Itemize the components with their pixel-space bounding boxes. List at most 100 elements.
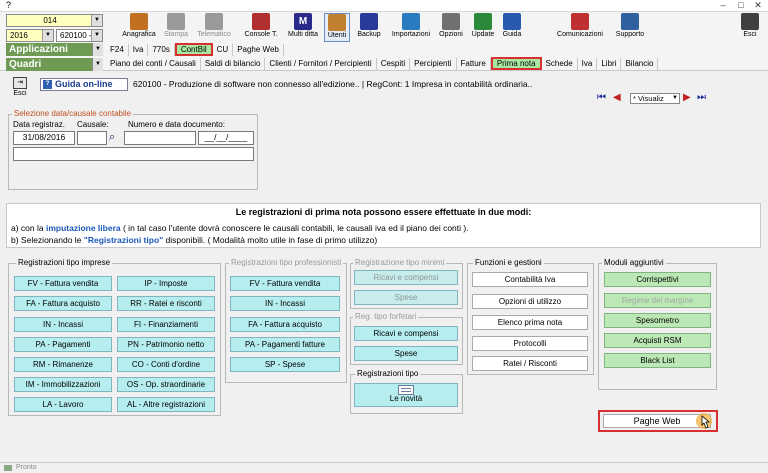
imprese-left-button[interactable]: IN - Incassi: [14, 317, 112, 332]
document-icon: [398, 385, 414, 395]
toolbar-button-stampa[interactable]: Stampa: [162, 13, 190, 42]
guida-online-button[interactable]: ? Guida on-line: [40, 78, 128, 91]
toolbar-button-supporto[interactable]: Supporto: [612, 13, 648, 42]
document-label: Numero e data documento:: [128, 120, 225, 129]
professionisti-button[interactable]: IN - Incassi: [230, 296, 340, 311]
quadri-menu-item[interactable]: Percipienti: [410, 58, 457, 70]
chevron-down-icon[interactable]: ▼: [91, 15, 102, 26]
imprese-right-button[interactable]: RR - Ratei e risconti: [117, 296, 215, 311]
professionisti-button[interactable]: SP - Spese: [230, 357, 340, 372]
network-icon: [205, 13, 223, 30]
quadri-menu-item[interactable]: Cespiti: [377, 58, 411, 70]
toolbar-button-telematico[interactable]: Telematico: [192, 13, 236, 42]
code-select[interactable]: 014 ▼: [6, 14, 103, 27]
quadri-menu-item[interactable]: Schede: [542, 58, 578, 70]
view-select[interactable]: * Visualiz ▼: [630, 93, 680, 104]
forfetari-button[interactable]: Ricavi e compensi: [354, 326, 458, 341]
search-icon[interactable]: ⌕: [109, 131, 115, 144]
quadri-select[interactable]: Quadri ▼: [6, 58, 103, 71]
first-record-icon[interactable]: ⏮: [597, 92, 606, 104]
professionisti-button[interactable]: PA - Pagamenti fatture: [230, 337, 340, 352]
document-date-input[interactable]: __/__/____: [198, 131, 254, 145]
toolbar-button-esci[interactable]: Esci: [738, 13, 762, 42]
toolbar-label: Multi ditta: [288, 31, 318, 38]
quadri-menu-item[interactable]: Saldi di bilancio: [201, 58, 266, 70]
company-select[interactable]: 620100 - ▼: [56, 29, 103, 42]
chevron-down-icon[interactable]: ▼: [672, 94, 678, 103]
quadri-menu-item[interactable]: Bilancio: [621, 58, 659, 70]
apps-menu-item[interactable]: Iva: [129, 44, 149, 56]
toolbar-label: Anagrafica: [122, 31, 156, 38]
toolbar-button-backup[interactable]: Backup: [355, 13, 383, 42]
document-number-input[interactable]: [124, 131, 196, 145]
quadri-menu-item[interactable]: Clienti / Fornitori / Percipienti: [265, 58, 377, 70]
toolbar-button-multi-ditta[interactable]: M Multi ditta: [285, 13, 321, 42]
toolbar-button-anagrafica[interactable]: Anagrafica: [118, 13, 160, 42]
causale-input[interactable]: [77, 131, 107, 145]
moduli-button[interactable]: Regime del margine: [604, 293, 711, 308]
imprese-right-button[interactable]: PN - Patrimonio netto: [117, 337, 215, 352]
close-button[interactable]: ✕: [752, 0, 764, 11]
chevron-down-icon[interactable]: ▼: [91, 30, 102, 41]
funzioni-button[interactable]: Ratei / Risconti: [472, 356, 588, 371]
imprese-left-button[interactable]: IM - Immobilizzazioni: [14, 377, 112, 392]
quadri-menu-item[interactable]: Iva: [578, 58, 598, 70]
quadri-menu-item[interactable]: Libri: [597, 58, 622, 70]
toolbar-button-update[interactable]: Update: [469, 13, 497, 42]
le-novita-button[interactable]: Le novità: [354, 383, 458, 407]
apps-menu-item[interactable]: F24: [106, 44, 129, 56]
chevron-down-icon[interactable]: ▼: [42, 30, 53, 41]
imprese-right-button[interactable]: IP - Imposte: [117, 276, 215, 291]
minimize-button[interactable]: –: [717, 0, 729, 11]
esci-button[interactable]: ⇥ Esci: [8, 77, 32, 103]
imprese-right-button[interactable]: CO - Conti d'ordine: [117, 357, 215, 372]
toolbar-button-importazioni[interactable]: Importazioni: [388, 13, 434, 42]
last-record-icon[interactable]: ⏭: [697, 92, 706, 104]
registrazioni-tipo-link: "Registrazioni tipo": [83, 235, 164, 245]
imprese-right-button[interactable]: AL - Altre registrazioni: [117, 397, 215, 412]
funzioni-button[interactable]: Opzioni di utilizzo: [472, 294, 588, 309]
applications-select[interactable]: Applicazioni ▼: [6, 43, 103, 56]
funzioni-button[interactable]: Contabilità Iva: [472, 272, 588, 287]
imprese-left-button[interactable]: FA - Fattura acquisto: [14, 296, 112, 311]
funzioni-button[interactable]: Protocolli: [472, 336, 588, 351]
imprese-left-button[interactable]: FV - Fattura vendita: [14, 276, 112, 291]
professionisti-button[interactable]: FV - Fattura vendita: [230, 276, 340, 291]
imprese-right-button[interactable]: OS - Op. straordinarie: [117, 377, 215, 392]
quadri-menu-item[interactable]: Prima nota: [490, 57, 542, 70]
next-record-icon[interactable]: ▶: [683, 92, 691, 104]
imprese-right-button[interactable]: FI - Finanziamenti: [117, 317, 215, 332]
date-input[interactable]: 31/08/2016: [13, 131, 75, 145]
apps-menu-item[interactable]: ContBil: [174, 43, 213, 56]
toolbar-button-guida[interactable]: Guida: [499, 13, 525, 42]
prev-record-icon[interactable]: ◀: [613, 92, 621, 104]
toolbar-button-console-t[interactable]: Console T.: [239, 13, 283, 42]
moduli-button[interactable]: Spesometro: [604, 313, 711, 328]
minimi-button[interactable]: Spese: [354, 290, 458, 305]
apps-menu-item[interactable]: CU: [213, 44, 234, 56]
status-bar: Pronto: [0, 462, 768, 473]
maximize-button[interactable]: □: [735, 0, 747, 11]
imprese-left-button[interactable]: RM - Rimanenze: [14, 357, 112, 372]
imprese-left-button[interactable]: PA - Pagamenti: [14, 337, 112, 352]
toolbar-label: Utenti: [327, 32, 347, 39]
funzioni-button[interactable]: Elenco prima nota: [472, 315, 588, 330]
toolbar-button-comunicazioni[interactable]: Comunicazioni: [554, 13, 606, 42]
forfetari-button[interactable]: Spese: [354, 346, 458, 361]
quadri-menu-item[interactable]: Piano dei conti / Causali: [106, 58, 201, 70]
imprese-left-button[interactable]: LA - Lavoro: [14, 397, 112, 412]
apps-menu-item[interactable]: 770s: [148, 44, 175, 56]
minimi-button[interactable]: Ricavi e compensi: [354, 270, 458, 285]
chevron-down-icon[interactable]: ▼: [92, 43, 103, 56]
apps-menu-item[interactable]: Paghe Web: [233, 44, 284, 56]
toolbar-button-opzioni[interactable]: Opzioni: [436, 13, 466, 42]
description-input[interactable]: [13, 147, 254, 161]
toolbar-button-utenti[interactable]: Utenti: [324, 13, 350, 42]
moduli-button[interactable]: Acquisti RSM: [604, 333, 711, 348]
professionisti-button[interactable]: FA - Fattura acquisto: [230, 317, 340, 332]
moduli-button[interactable]: Corrispettivi: [604, 272, 711, 287]
quadri-menu-item[interactable]: Fatture: [457, 58, 491, 70]
year-select[interactable]: 2016 ▼: [6, 29, 54, 42]
chevron-down-icon[interactable]: ▼: [92, 58, 103, 71]
moduli-button[interactable]: Black List: [604, 353, 711, 368]
